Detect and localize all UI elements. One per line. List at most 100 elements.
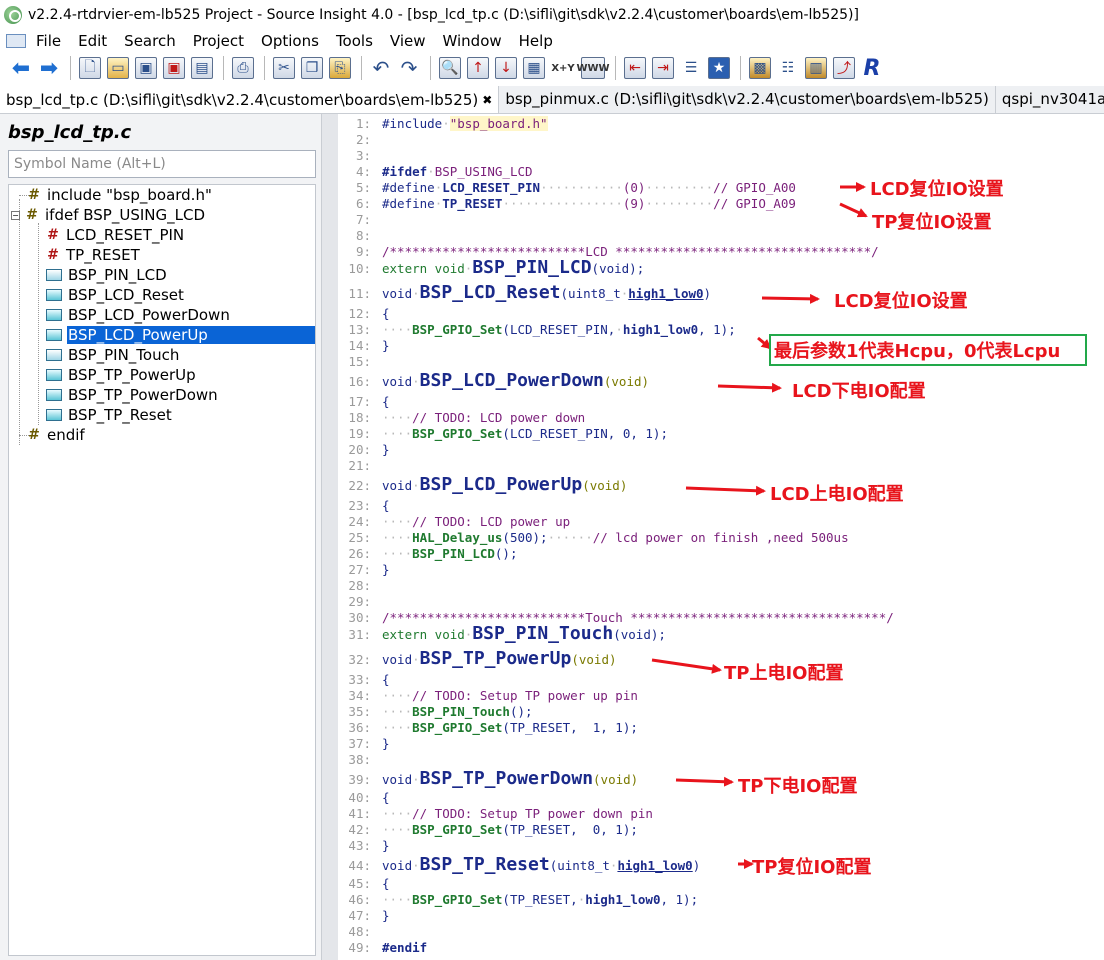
tree-item-bsp-tp-reset[interactable]: BSP_TP_Reset	[46, 405, 173, 425]
save-all-icon[interactable]: ▤	[191, 57, 213, 79]
menu-window[interactable]: Window	[443, 32, 502, 50]
panel-splitter[interactable]	[322, 114, 338, 960]
menu-tools[interactable]: Tools	[336, 32, 373, 50]
bookmark-prev-icon[interactable]: ⇤	[624, 57, 646, 79]
macro-icon: #	[47, 247, 59, 263]
function-icon	[46, 369, 62, 381]
save-as-icon[interactable]: ▣	[163, 57, 185, 79]
tree-item-label: TP_RESET	[66, 246, 140, 264]
code-token: void	[382, 374, 413, 389]
tab-label: bsp_pinmux.c (D:\sifli\git\sdk\v2.2.4\cu…	[505, 90, 989, 108]
tree-item-label: BSP_LCD_Reset	[68, 286, 184, 304]
source-insight-app-icon[interactable]	[4, 6, 22, 24]
line-number: 11:	[348, 286, 371, 301]
tree-item-lcd-reset-pin[interactable]: # LCD_RESET_PIN	[46, 225, 185, 245]
context-icon[interactable]: ☷	[777, 57, 799, 79]
tree-item-bsp-tp-powerup[interactable]: BSP_TP_PowerUp	[46, 365, 197, 385]
collapse-icon[interactable]: −	[11, 210, 20, 220]
menu-bar: File Edit Search Project Options Tools V…	[0, 30, 1104, 52]
symbol-search-input[interactable]	[8, 150, 316, 178]
browse-icon[interactable]: ▦	[523, 57, 545, 79]
code-line: 27:}	[338, 562, 1104, 578]
book-icon[interactable]: ▥	[805, 57, 827, 79]
project-icon[interactable]: ▩	[749, 57, 771, 79]
tree-item-ifdef[interactable]: − # ifdef BSP_USING_LCD	[11, 205, 206, 225]
menu-search[interactable]: Search	[124, 32, 176, 50]
code-token: #endif	[382, 940, 428, 955]
tree-item-label: BSP_TP_Reset	[68, 406, 172, 424]
code-token: high1_low0	[617, 858, 693, 873]
code-token: #include	[382, 116, 443, 131]
code-line: 21:	[338, 458, 1104, 474]
tree-item-label: BSP_PIN_LCD	[68, 266, 167, 284]
cut-icon[interactable]: ✂	[273, 57, 295, 79]
paste-icon[interactable]: ⎘	[329, 57, 351, 79]
menu-options[interactable]: Options	[261, 32, 319, 50]
tree-item-label: BSP_LCD_PowerDown	[68, 306, 230, 324]
tree-item-bsp-tp-powerdown[interactable]: BSP_TP_PowerDown	[46, 385, 219, 405]
find-icon[interactable]: 🔍	[439, 57, 461, 79]
jump-up-icon[interactable]: ↑	[467, 57, 489, 79]
outline-icon[interactable]: ☰	[680, 57, 702, 79]
bookmark-next-icon[interactable]: ⇥	[652, 57, 674, 79]
function-icon	[46, 289, 62, 301]
tree-item-bsp-lcd-reset[interactable]: BSP_LCD_Reset	[46, 285, 185, 305]
code-token: BSP_GPIO_Set	[412, 720, 503, 735]
tree-item-tp-reset[interactable]: # TP_RESET	[46, 245, 141, 265]
line-number: 39:	[348, 772, 371, 787]
tab-bsp-lcd-tp[interactable]: bsp_lcd_tp.c (D:\sifli\git\sdk\v2.2.4\cu…	[0, 86, 500, 113]
tree-item-endif[interactable]: # endif	[27, 425, 86, 445]
code-line: 17: {	[338, 394, 1104, 410]
jump-down-icon[interactable]: ↓	[495, 57, 517, 79]
tree-item-include[interactable]: # include "bsp_board.h"	[27, 185, 213, 205]
www-icon[interactable]: WWW	[576, 57, 610, 79]
open-folder-icon[interactable]: ▭	[107, 57, 129, 79]
code-token: BSP_LCD_PowerUp	[419, 474, 583, 495]
code-line: 46: ····BSP_GPIO_Set(TP_RESET,·high1_low0…	[338, 892, 1104, 908]
code-line: 12: {	[338, 306, 1104, 322]
relation-icon[interactable]: ⤴	[833, 57, 855, 79]
toolbar-separator	[615, 56, 616, 80]
code-token: extern void	[382, 261, 465, 276]
menu-edit[interactable]: Edit	[78, 32, 107, 50]
menu-help[interactable]: Help	[519, 32, 553, 50]
menu-view[interactable]: View	[390, 32, 426, 50]
window-title: v2.2.4-rtdrvier-em-lb525 Project - Sourc…	[28, 7, 859, 23]
close-icon[interactable]: ✖	[482, 93, 492, 107]
code-token: BSP_LCD_PowerDown	[419, 370, 604, 391]
document-window-icon[interactable]	[6, 34, 26, 48]
code-token: }	[382, 338, 390, 353]
tree-item-bsp-pin-touch[interactable]: BSP_PIN_Touch	[46, 345, 180, 365]
xy-icon[interactable]: X+Y	[551, 57, 575, 79]
tree-item-bsp-lcd-powerdown[interactable]: BSP_LCD_PowerDown	[46, 305, 231, 325]
print-icon[interactable]: ⎙	[232, 57, 254, 79]
r-icon[interactable]: R	[861, 56, 883, 81]
tab-bsp-pinmux[interactable]: bsp_pinmux.c (D:\sifli\git\sdk\v2.2.4\cu…	[499, 86, 996, 113]
menu-file[interactable]: File	[36, 32, 61, 50]
code-token: BSP_PIN_Touch	[412, 704, 510, 719]
line-number: 42:	[348, 822, 371, 837]
code-token: BSP_TP_PowerUp	[419, 648, 572, 669]
tab-qspi-nv3041a[interactable]: qspi_nv3041a.	[996, 86, 1104, 113]
menu-project[interactable]: Project	[193, 32, 244, 50]
star-icon[interactable]: ★	[708, 57, 730, 79]
save-icon[interactable]: ▣	[135, 57, 157, 79]
code-editor[interactable]: 1: #include·"bsp_board.h" 2: 3: 4: #ifdef·…	[338, 114, 1104, 960]
code-token: // TODO: LCD power up	[412, 514, 571, 529]
line-number: 4:	[355, 164, 371, 179]
code-line: 10: extern void·BSP_PIN_LCD(void);	[338, 259, 1104, 277]
redo-icon[interactable]: ↷	[398, 56, 420, 80]
code-token: BSP_LCD_Reset	[419, 282, 561, 303]
forward-arrow-icon[interactable]: ➡	[38, 56, 60, 81]
tree-item-bsp-lcd-powerup[interactable]: BSP_LCD_PowerUp	[46, 325, 315, 345]
copy-icon[interactable]: ❐	[301, 57, 323, 79]
tree-item-bsp-pin-lcd[interactable]: BSP_PIN_LCD	[46, 265, 168, 285]
back-arrow-icon[interactable]: ⬅	[10, 56, 32, 81]
code-line: 24: ····// TODO: LCD power up	[338, 514, 1104, 530]
code-line: 44: void·BSP_TP_Reset(uint8_t·high1_low0)	[338, 854, 1104, 876]
new-file-icon[interactable]: 🗋	[79, 57, 101, 79]
code-token: (void);	[613, 627, 666, 642]
undo-icon[interactable]: ↶	[370, 56, 392, 80]
line-number: 17:	[348, 394, 371, 409]
code-line: 33: {	[338, 672, 1104, 688]
